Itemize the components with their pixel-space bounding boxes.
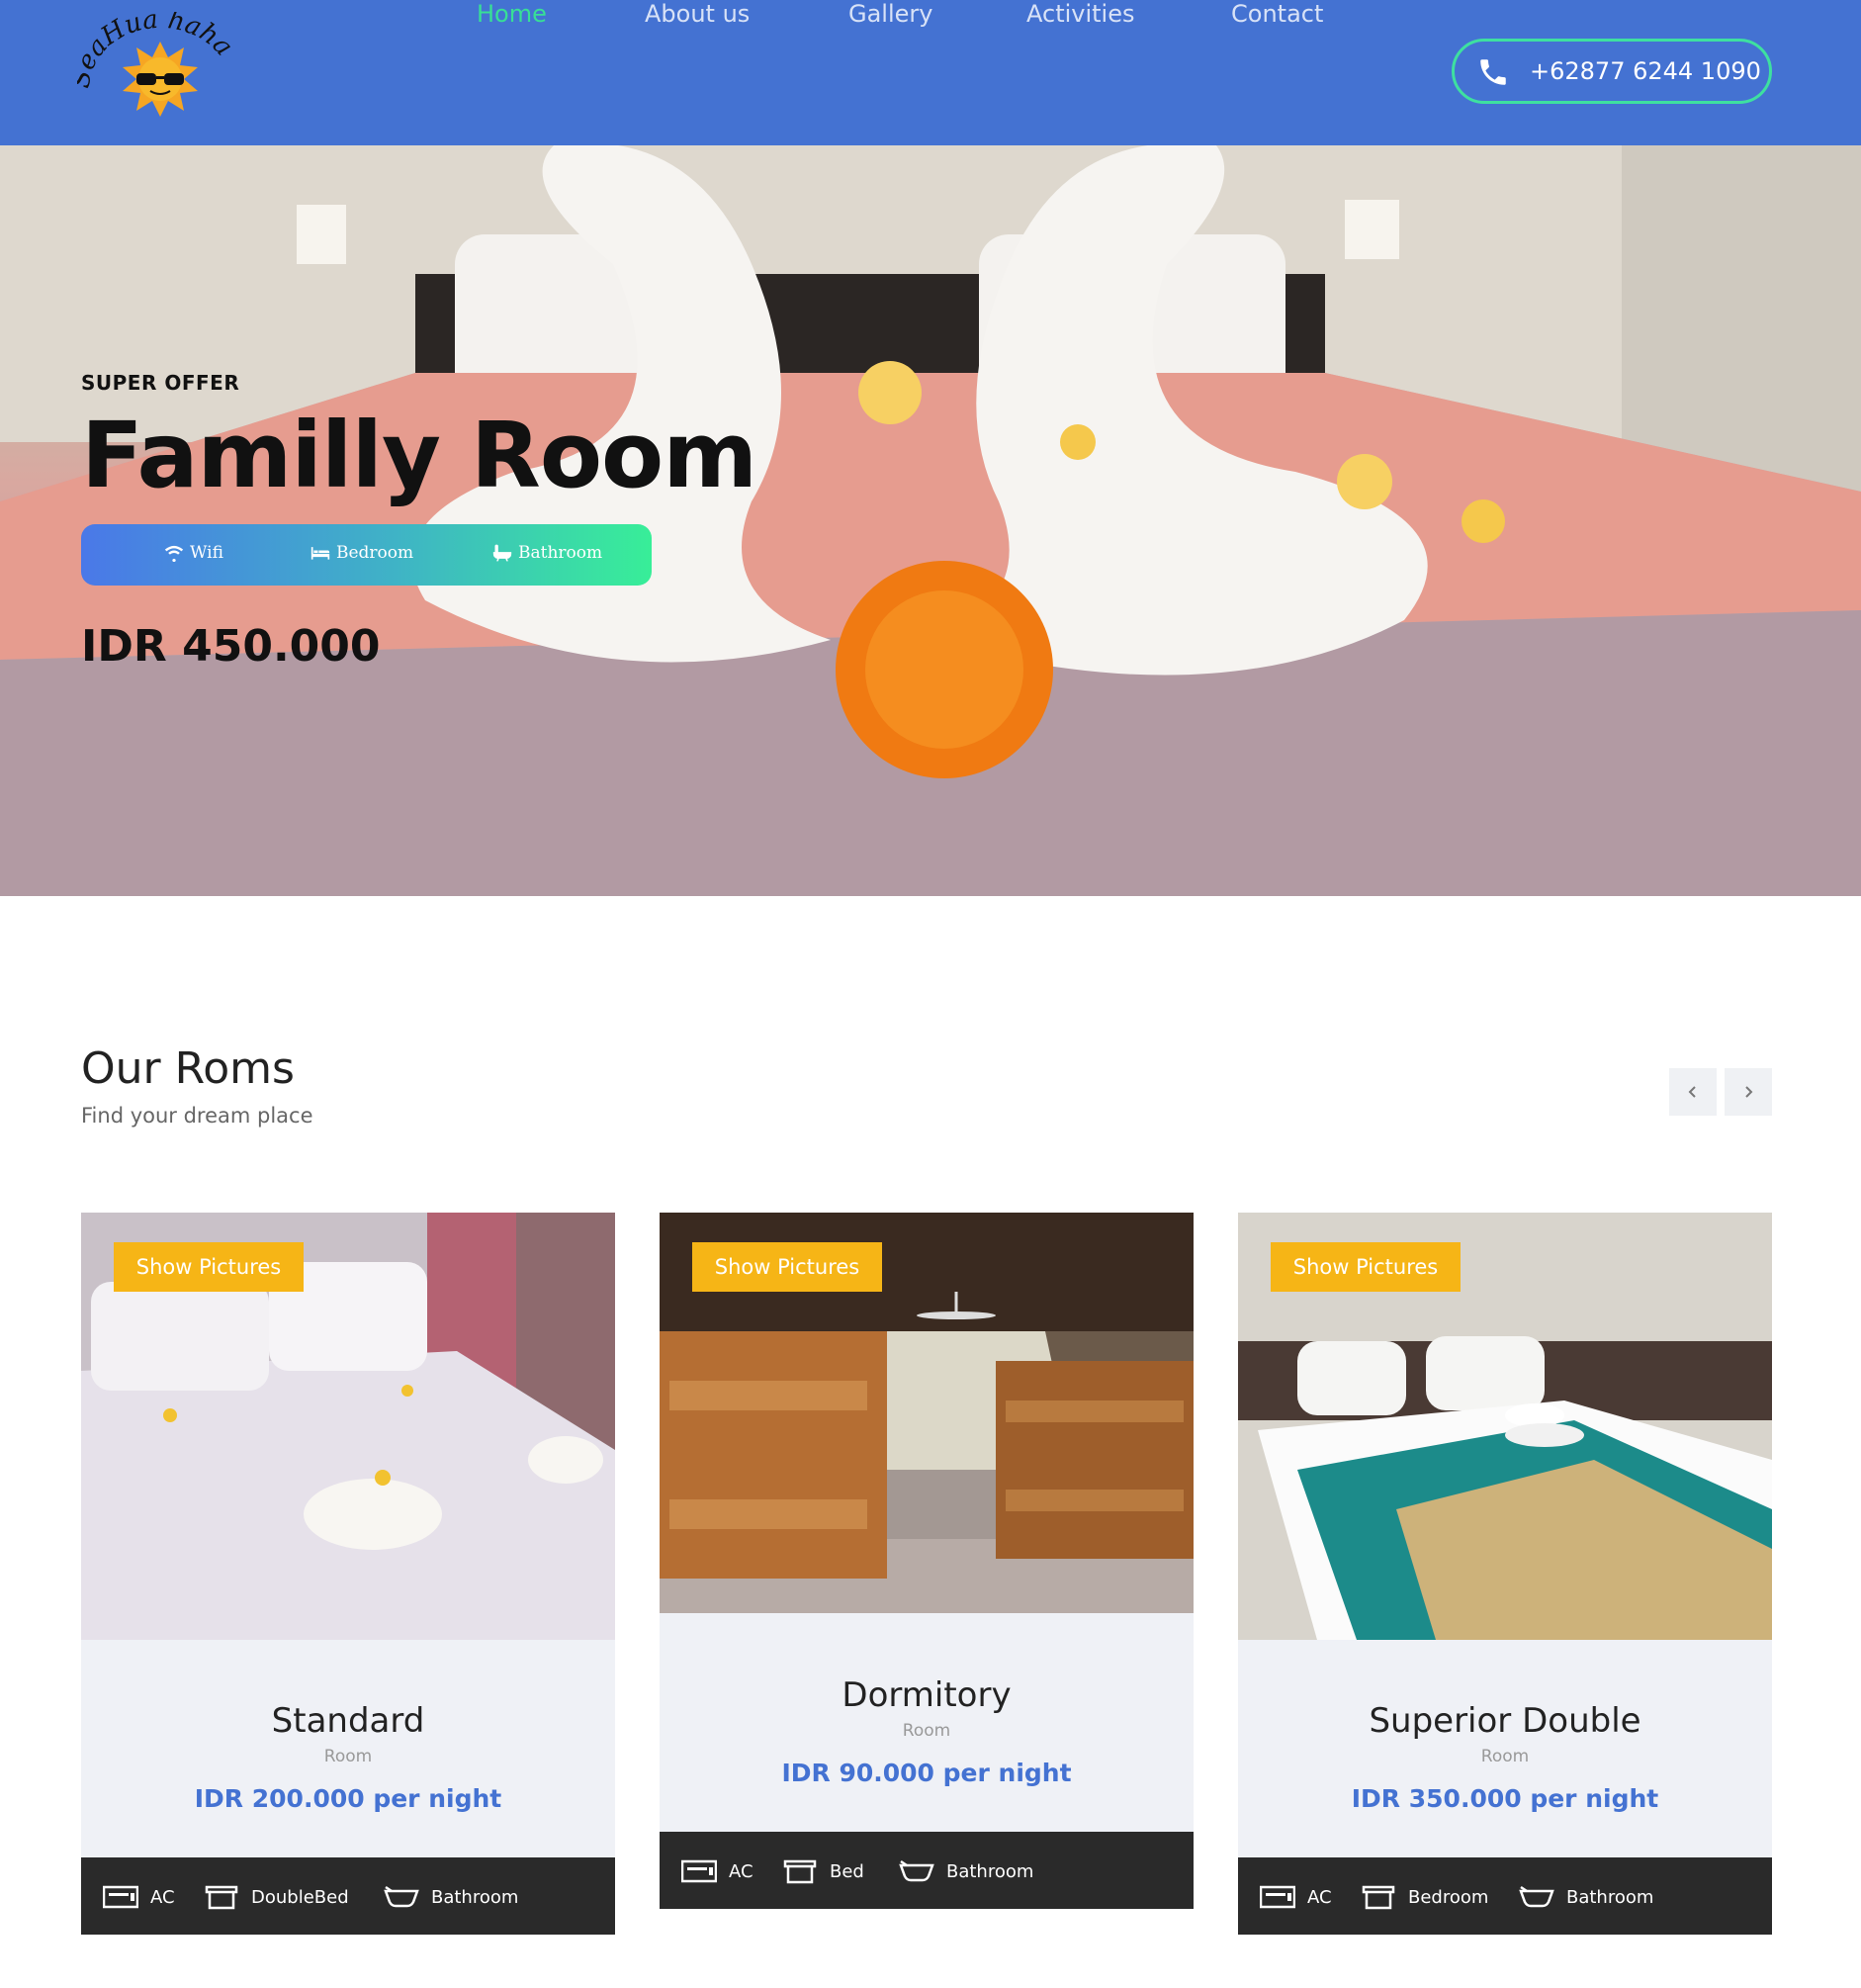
rooms-section-subtitle: Find your dream place xyxy=(81,1104,313,1128)
site-logo[interactable]: SeaHua haha xyxy=(66,5,245,126)
feature-ac: AC xyxy=(103,1884,175,1910)
room-name: Superior Double xyxy=(1369,1701,1641,1741)
room-price: IDR 90.000 per night xyxy=(781,1759,1072,1787)
hero-title: Familly Room xyxy=(81,403,757,508)
bathtub-icon xyxy=(1519,1885,1554,1908)
hero-price: IDR 450.000 xyxy=(81,621,381,672)
feature-bathroom: Bathroom xyxy=(384,1884,518,1910)
wifi-icon xyxy=(164,545,184,562)
show-pictures-button[interactable]: Show Pictures xyxy=(114,1242,304,1292)
room-photo[interactable]: Show Pictures xyxy=(660,1213,1194,1613)
feature-bathroom: Bathroom xyxy=(899,1858,1033,1884)
feature-label: Bathroom xyxy=(946,1860,1034,1882)
room-info: Standard Room IDR 200.000 per night xyxy=(81,1640,615,1857)
feature-label: AC xyxy=(150,1886,175,1908)
ac-icon xyxy=(103,1885,138,1909)
feature-label: DoubleBed xyxy=(251,1886,349,1908)
hero-background-image xyxy=(0,145,1861,896)
nav-gallery[interactable]: Gallery xyxy=(848,0,932,28)
hero-amenities: Wifi Bedroom Bathroom xyxy=(81,524,652,586)
feature-label: Bathroom xyxy=(431,1886,519,1908)
bathtub-icon xyxy=(384,1885,419,1908)
phone-icon xyxy=(1480,59,1506,85)
room-info: Superior Double Room IDR 350.000 per nig… xyxy=(1238,1640,1772,1857)
feature-label: AC xyxy=(1307,1886,1332,1908)
site-header: SeaHua haha Home About us Gallery Activi… xyxy=(0,0,1861,145)
room-features: AC DoubleBed Bathroom xyxy=(81,1857,615,1935)
room-photo[interactable]: Show Pictures xyxy=(1238,1213,1772,1640)
feature-ac: AC xyxy=(1260,1884,1332,1910)
show-pictures-button[interactable]: Show Pictures xyxy=(1271,1242,1461,1292)
show-pictures-button[interactable]: Show Pictures xyxy=(692,1242,882,1292)
room-type: Room xyxy=(902,1721,951,1741)
phone-button[interactable]: +62877 6244 1090 xyxy=(1452,39,1772,104)
phone-number: +62877 6244 1090 xyxy=(1530,57,1761,85)
chevron-right-icon xyxy=(1745,1086,1753,1098)
feature-bed: Bedroom xyxy=(1361,1884,1488,1910)
bathtub-icon xyxy=(492,544,512,562)
bed-frame-icon xyxy=(205,1885,238,1910)
amenity-bedroom-label: Bedroom xyxy=(336,543,414,563)
feature-label: Bathroom xyxy=(1566,1886,1654,1908)
bed-frame-icon xyxy=(783,1859,817,1884)
amenity-wifi-label: Wifi xyxy=(190,543,223,563)
room-features: AC Bed Bathroom xyxy=(660,1832,1194,1909)
room-photo[interactable]: Show Pictures xyxy=(81,1213,615,1640)
feature-bathroom: Bathroom xyxy=(1519,1884,1653,1910)
amenity-wifi: Wifi xyxy=(164,543,223,563)
rooms-section-title: Our Roms xyxy=(81,1043,295,1094)
nav-about-us[interactable]: About us xyxy=(645,0,750,28)
room-info: Dormitory Room IDR 90.000 per night xyxy=(660,1613,1194,1832)
carousel-prev-button[interactable] xyxy=(1669,1068,1717,1116)
room-name: Dormitory xyxy=(842,1675,1012,1715)
feature-label: Bedroom xyxy=(1408,1886,1489,1908)
ac-icon xyxy=(1260,1885,1295,1909)
ac-icon xyxy=(681,1859,717,1883)
feature-label: AC xyxy=(729,1860,753,1882)
feature-bed: Bed xyxy=(782,1858,864,1884)
hero-kicker: SUPER OFFER xyxy=(81,371,240,395)
amenity-bedroom: Bedroom xyxy=(310,543,413,563)
nav-home[interactable]: Home xyxy=(477,0,547,28)
bathtub-icon xyxy=(899,1859,934,1882)
room-price: IDR 350.000 per night xyxy=(1351,1784,1659,1813)
nav-contact[interactable]: Contact xyxy=(1231,0,1323,28)
sun-logo-icon: SeaHua haha xyxy=(66,5,238,117)
carousel-next-button[interactable] xyxy=(1725,1068,1772,1116)
chevron-left-icon xyxy=(1688,1086,1696,1098)
bed-frame-icon xyxy=(1362,1885,1395,1910)
amenity-bathroom: Bathroom xyxy=(492,543,602,563)
feature-ac: AC xyxy=(681,1858,753,1884)
room-type: Room xyxy=(323,1747,373,1766)
hero-banner: SUPER OFFER Familly Room Wifi Bedroom Ba… xyxy=(0,145,1861,896)
nav-activities[interactable]: Activities xyxy=(1026,0,1135,28)
room-name: Standard xyxy=(271,1701,425,1741)
room-price: IDR 200.000 per night xyxy=(194,1784,502,1813)
feature-bed: DoubleBed xyxy=(204,1884,349,1910)
feature-label: Bed xyxy=(830,1860,864,1882)
amenity-bathroom-label: Bathroom xyxy=(518,543,603,563)
bed-icon xyxy=(310,547,330,560)
room-features: AC Bedroom Bathroom xyxy=(1238,1857,1772,1935)
room-type: Room xyxy=(1480,1747,1530,1766)
